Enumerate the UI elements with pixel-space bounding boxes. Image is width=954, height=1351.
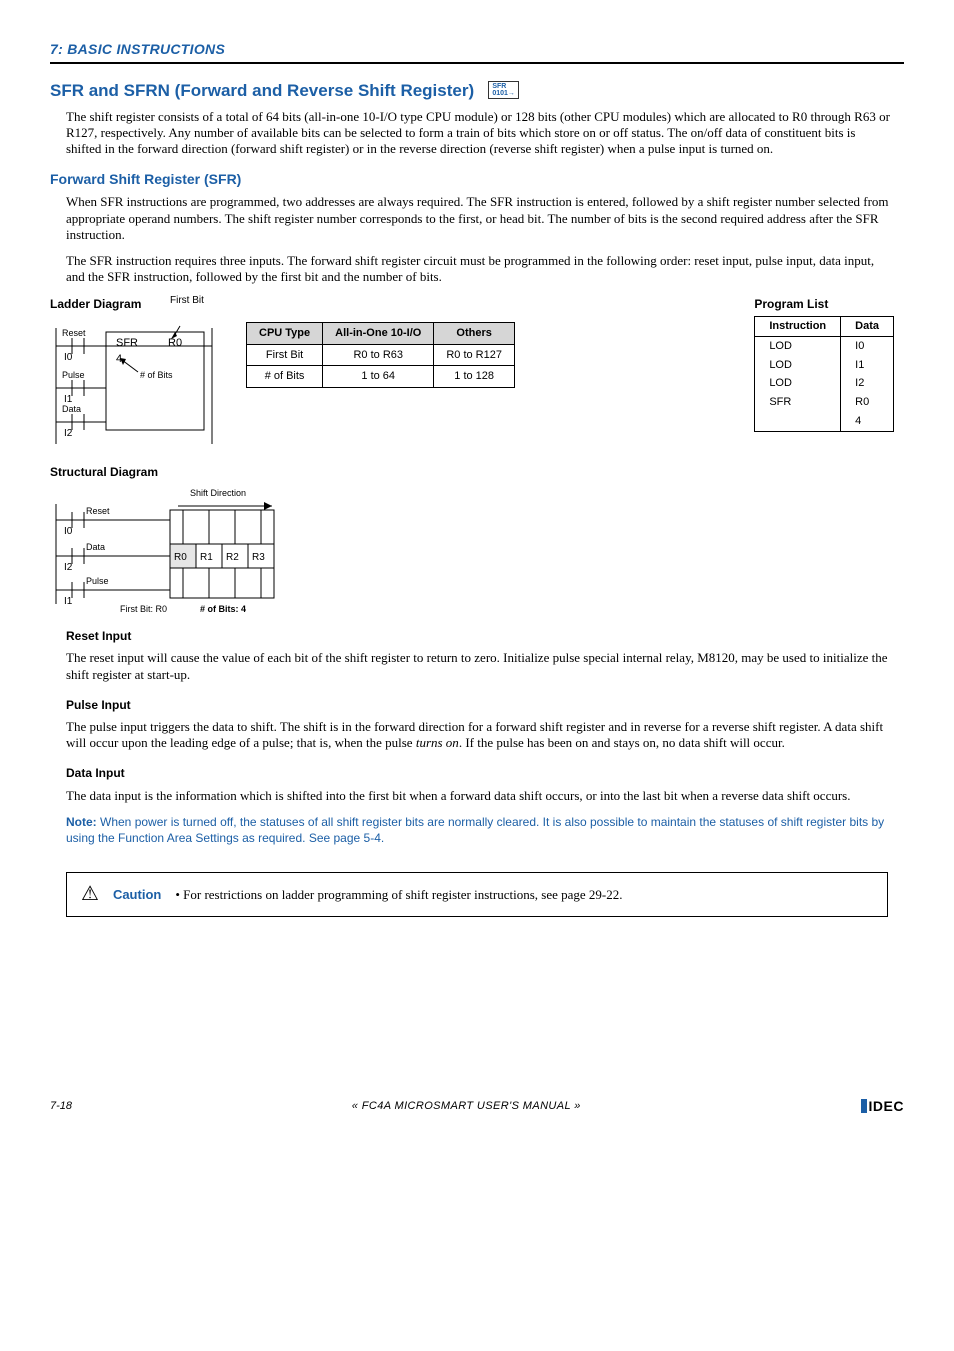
cpu-r0c2: R0 to R127 — [434, 344, 515, 366]
svg-text:Pulse: Pulse — [62, 370, 85, 380]
cpu-r0c1: R0 to R63 — [323, 344, 434, 366]
footer-page-number: 7-18 — [50, 1099, 72, 1114]
svg-text:R0: R0 — [168, 337, 182, 349]
program-list-label: Program List — [754, 296, 894, 312]
section-title: SFR and SFRN (Forward and Reverse Shift … — [50, 80, 904, 103]
pulse-input-para: The pulse input triggers the data to shi… — [66, 719, 894, 752]
svg-text:I1: I1 — [64, 596, 73, 607]
ladder-svg: Reset I0 SFR R0 4 # of Bits Pulse I1 Dat — [50, 316, 220, 446]
chapter-header: 7: BASIC INSTRUCTIONS — [50, 40, 904, 64]
cpu-r1c1: 1 to 64 — [323, 366, 434, 388]
warning-icon: ⚠ — [81, 881, 99, 908]
intro-paragraph: The shift register consists of a total o… — [66, 109, 894, 158]
prog-r4c0 — [755, 412, 841, 431]
pulse-input-heading: Pulse Input — [66, 697, 894, 713]
cpu-th-2: Others — [434, 322, 515, 344]
svg-text:Reset: Reset — [86, 506, 110, 516]
sfr-icon-top: SFR — [492, 83, 506, 90]
svg-text:Shift Direction: Shift Direction — [190, 488, 246, 498]
svg-text:R2: R2 — [226, 552, 239, 563]
cpu-type-table: CPU Type All-in-One 10-I/O Others First … — [246, 296, 515, 389]
program-list: Program List Instruction Data LODI0 LODI… — [754, 296, 894, 432]
prog-th-0: Instruction — [755, 316, 841, 336]
svg-text:# of Bits: # of Bits — [140, 370, 173, 380]
caution-box: ⚠ Caution • For restrictions on ladder p… — [66, 872, 888, 917]
note-line: Note: When power is turned off, the stat… — [66, 814, 894, 846]
svg-text:R3: R3 — [252, 552, 265, 563]
footer-center: « FC4A MICROSMART USER'S MANUAL » — [72, 1099, 861, 1114]
caution-body: For restrictions on ladder programming o… — [180, 887, 623, 902]
sfr-para-1: When SFR instructions are programmed, tw… — [66, 194, 894, 243]
prog-r0c0: LOD — [755, 336, 841, 355]
cpu-r1c2: 1 to 128 — [434, 366, 515, 388]
caution-text: • For restrictions on ladder programming… — [175, 886, 622, 904]
svg-text:I0: I0 — [64, 352, 73, 363]
prog-r1c0: LOD — [755, 356, 841, 375]
cpu-r0c0: First Bit — [247, 344, 323, 366]
svg-text:I2: I2 — [64, 428, 73, 439]
section-title-text: SFR and SFRN (Forward and Reverse Shift … — [50, 81, 474, 100]
svg-text:R0: R0 — [174, 552, 187, 563]
svg-text:I2: I2 — [64, 562, 73, 573]
first-bit-label: First Bit — [170, 294, 204, 308]
sfr-icon: SFR 0101→ — [488, 81, 519, 100]
idec-bar-icon — [861, 1099, 867, 1113]
ladder-diagram: Ladder Diagram First Bit Reset I0 SFR R0… — [50, 296, 220, 446]
idec-text: IDEC — [869, 1098, 904, 1114]
prog-r1c1: I1 — [841, 356, 894, 375]
prog-r0c1: I0 — [841, 336, 894, 355]
svg-text:First Bit: R0: First Bit: R0 — [120, 604, 167, 614]
data-input-para: The data input is the information which … — [66, 788, 894, 804]
svg-text:Pulse: Pulse — [86, 576, 109, 586]
idec-logo: IDEC — [861, 1097, 904, 1116]
svg-text:Data: Data — [86, 542, 105, 552]
svg-text:I0: I0 — [64, 526, 73, 537]
structural-svg: Shift Direction Reset I0 Data I2 Pulse I… — [50, 484, 310, 614]
data-input-heading: Data Input — [66, 765, 894, 781]
page-footer: 7-18 « FC4A MICROSMART USER'S MANUAL » I… — [50, 1097, 904, 1116]
cpu-r1c0: # of Bits — [247, 366, 323, 388]
cpu-th-1: All-in-One 10-I/O — [323, 322, 434, 344]
prog-th-1: Data — [841, 316, 894, 336]
note-text: When power is turned off, the statuses o… — [66, 815, 884, 845]
prog-r3c1: R0 — [841, 393, 894, 412]
note-label: Note: — [66, 815, 97, 829]
structural-diagram: Structural Diagram Shift Direction Reset… — [50, 464, 904, 614]
svg-text:R1: R1 — [200, 552, 213, 563]
svg-text:# of Bits: 4: # of Bits: 4 — [200, 604, 246, 614]
svg-text:Data: Data — [62, 404, 81, 414]
structural-diagram-label: Structural Diagram — [50, 464, 904, 480]
cpu-th-0: CPU Type — [247, 322, 323, 344]
svg-text:SFR: SFR — [116, 337, 138, 349]
prog-r4c1: 4 — [841, 412, 894, 431]
prog-r2c0: LOD — [755, 374, 841, 393]
reset-input-heading: Reset Input — [66, 628, 894, 644]
forward-sfr-heading: Forward Shift Register (SFR) — [50, 170, 904, 189]
caution-label: Caution — [113, 886, 161, 904]
svg-text:Reset: Reset — [62, 328, 86, 338]
sfr-icon-bottom: 0101→ — [492, 90, 515, 97]
sfr-para-2: The SFR instruction requires three input… — [66, 253, 894, 286]
reset-input-para: The reset input will cause the value of … — [66, 650, 894, 683]
prog-r2c1: I2 — [841, 374, 894, 393]
prog-r3c0: SFR — [755, 393, 841, 412]
